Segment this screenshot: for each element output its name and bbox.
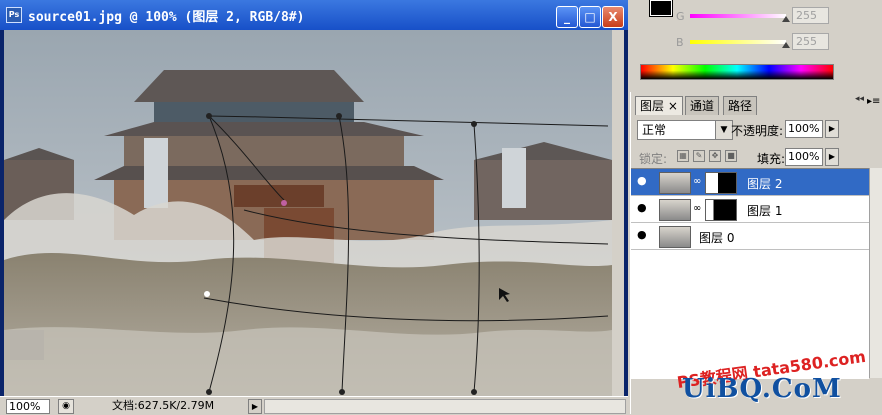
- watermark-logo: UiBQ.CoM: [682, 374, 842, 404]
- tab-paths[interactable]: 路径: [723, 96, 758, 115]
- lock-icon[interactable]: ■: [725, 150, 737, 162]
- document-image: [4, 30, 612, 396]
- fill-label: 填充:: [757, 152, 786, 166]
- g-slider-handle-icon[interactable]: [782, 16, 790, 22]
- color-spectrum-bar[interactable]: [640, 64, 834, 80]
- zoom-field[interactable]: 100%: [6, 399, 50, 414]
- opacity-arrow-icon[interactable]: ▶: [825, 120, 839, 138]
- b-channel-slider[interactable]: [690, 40, 786, 44]
- layer-thumbnail[interactable]: [659, 226, 691, 248]
- minimize-button[interactable]: _: [556, 6, 578, 28]
- tab-channels[interactable]: 通道: [685, 96, 720, 115]
- lock-paint-icon[interactable]: ✎: [693, 150, 705, 162]
- close-button[interactable]: X: [602, 6, 624, 28]
- layer-thumbnail[interactable]: [659, 199, 691, 221]
- b-channel-value[interactable]: 255: [792, 33, 829, 50]
- opacity-label: 不透明度:: [731, 124, 784, 138]
- chain-link-icon[interactable]: ∞: [693, 203, 701, 214]
- lock-transparent-icon[interactable]: ▦: [677, 150, 689, 162]
- layer-name[interactable]: 图层 1: [747, 202, 782, 219]
- layer-row-0[interactable]: ● 图层 0: [631, 223, 869, 250]
- layer-name[interactable]: 图层 2: [747, 175, 782, 192]
- b-channel-label: B: [676, 36, 684, 49]
- panel-menu-icon[interactable]: ▸≡: [867, 96, 880, 107]
- document-title-bar[interactable]: Ps source01.jpg @ 100% (图层 2, RGB/8#) _ …: [0, 0, 628, 30]
- g-channel-label: G: [676, 10, 685, 23]
- g-channel-value[interactable]: 255: [792, 7, 829, 24]
- eye-icon[interactable]: ●: [637, 175, 649, 187]
- status-menu-arrow-icon[interactable]: ▶: [248, 399, 262, 414]
- layer-mask-thumbnail[interactable]: [705, 172, 737, 194]
- eye-icon[interactable]: ●: [637, 202, 649, 214]
- foreground-color-swatch[interactable]: [649, 0, 673, 17]
- layer-row-1[interactable]: ● ∞ 图层 1: [631, 196, 869, 223]
- status-preview-icon[interactable]: ◉: [58, 399, 74, 414]
- blend-mode-select[interactable]: 正常 ▼: [637, 120, 733, 140]
- panel-collapse-icon[interactable]: ◂◂: [855, 94, 864, 104]
- document-window: Ps source01.jpg @ 100% (图层 2, RGB/8#) _ …: [0, 0, 628, 415]
- fill-field[interactable]: 100%: [785, 148, 823, 166]
- opacity-field[interactable]: 100%: [785, 120, 823, 138]
- lock-label: 锁定:: [639, 152, 668, 166]
- horizontal-scrollbar[interactable]: [264, 399, 626, 414]
- document-size-info: 文档:627.5K/2.79M: [112, 399, 215, 412]
- chevron-down-icon[interactable]: ▼: [715, 121, 732, 139]
- vertical-scrollbar[interactable]: [612, 30, 624, 396]
- status-bar: 100% ◉ 文档:627.5K/2.79M ▶: [0, 396, 628, 415]
- layer-name[interactable]: 图层 0: [699, 229, 734, 246]
- maximize-button[interactable]: □: [579, 6, 601, 28]
- eye-icon[interactable]: ●: [637, 229, 649, 241]
- layer-mask-thumbnail[interactable]: [705, 199, 737, 221]
- blend-mode-value: 正常: [642, 123, 667, 137]
- b-slider-handle-icon[interactable]: [782, 42, 790, 48]
- lock-move-icon[interactable]: ✥: [709, 150, 721, 162]
- layer-row-2[interactable]: ● ∞ 图层 2: [631, 169, 869, 196]
- tab-layers[interactable]: 图层 ×: [635, 96, 683, 115]
- photoshop-doc-icon: Ps: [6, 7, 22, 23]
- layer-thumbnail[interactable]: [659, 172, 691, 194]
- chain-link-icon[interactable]: ∞: [693, 176, 701, 187]
- document-title: source01.jpg @ 100% (图层 2, RGB/8#): [28, 10, 305, 25]
- fill-arrow-icon[interactable]: ▶: [825, 148, 839, 166]
- layer-list-scrollbar[interactable]: [869, 168, 882, 378]
- g-channel-slider[interactable]: [690, 14, 786, 18]
- image-canvas[interactable]: [4, 30, 624, 396]
